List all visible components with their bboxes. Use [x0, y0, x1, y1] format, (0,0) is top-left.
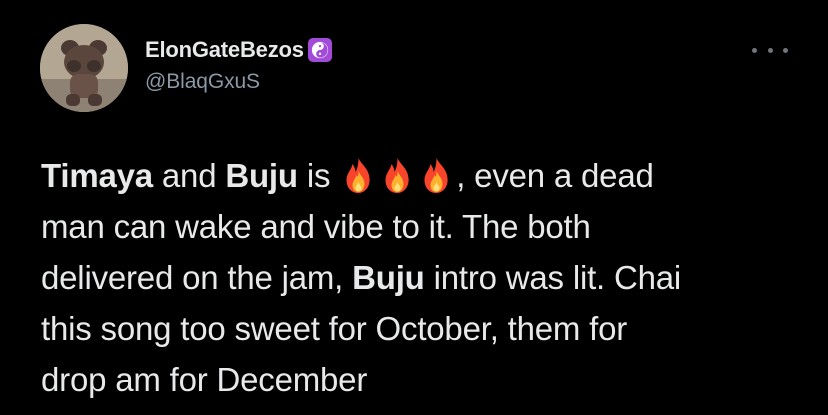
tweet-line-5: drop am for December	[41, 361, 368, 398]
more-horizontal-icon[interactable]	[752, 40, 788, 60]
display-name[interactable]: ElonGateBezos	[145, 37, 304, 63]
tweet-card: ElonGateBezos @BlaqGxuS Timaya and Buju …	[0, 0, 828, 415]
tweet-text-segment: is	[297, 157, 340, 194]
avatar[interactable]	[40, 24, 128, 112]
more-dot	[752, 47, 757, 53]
tweet-text-segment: and	[152, 157, 226, 194]
mention-buju: Buju	[352, 259, 425, 296]
more-dot	[767, 47, 773, 53]
mention-timaya: Timaya	[41, 157, 153, 194]
user-handle[interactable]: @BlaqGxuS	[145, 70, 260, 94]
fire-icon	[424, 158, 448, 193]
more-dot	[783, 47, 788, 53]
tweet-line-3: delivered on the jam, Buju intro was lit…	[41, 252, 801, 303]
avatar-figure-icon	[40, 24, 128, 112]
mention-buju: Buju	[225, 157, 298, 194]
tweet-text: Timaya and Buju is , even a dead man can…	[41, 150, 801, 405]
tweet-text-segment: delivered on the jam,	[41, 259, 353, 296]
fire-icon	[346, 158, 370, 193]
author-name-row[interactable]: ElonGateBezos	[145, 36, 332, 64]
tweet-line-4: this song too sweet for October, them fo…	[41, 310, 628, 347]
fire-icon	[385, 158, 409, 193]
tweet-text-segment: , even a dead	[456, 157, 654, 194]
tweet-line-1: Timaya and Buju is , even a dead	[41, 150, 801, 201]
tweet-text-segment: intro was lit. Chai	[424, 259, 682, 296]
yin-yang-icon	[307, 38, 332, 62]
tweet-line-2: man can wake and vibe to it. The both	[41, 208, 591, 245]
